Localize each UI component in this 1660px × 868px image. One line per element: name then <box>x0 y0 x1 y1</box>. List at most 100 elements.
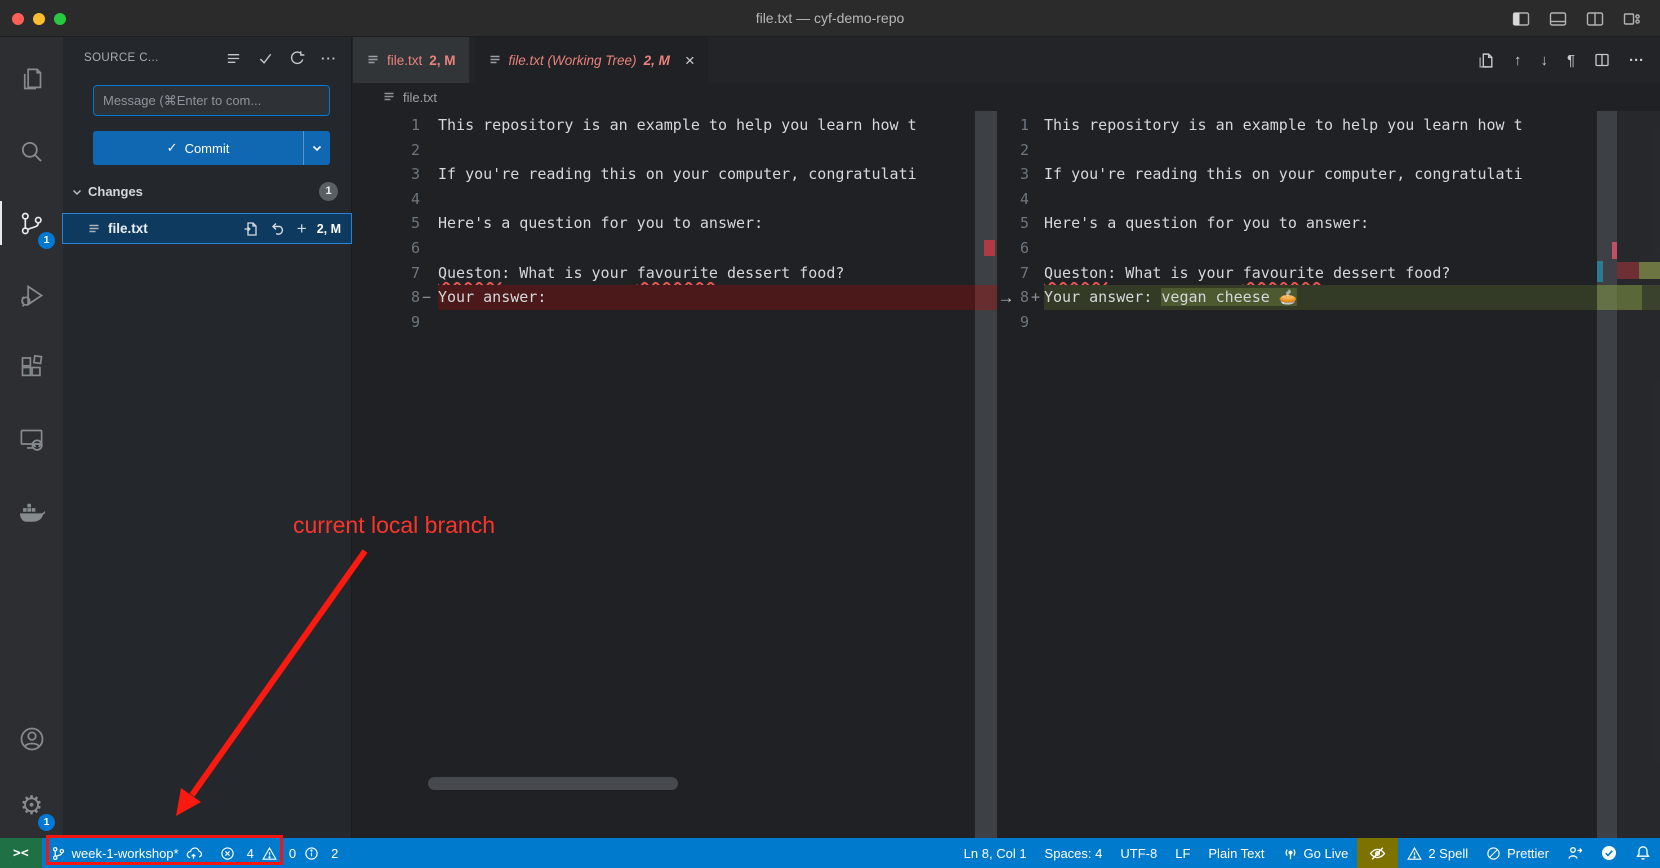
sidebar-item-explorer[interactable] <box>0 43 63 115</box>
sidebar-item-source-control[interactable]: 1 <box>0 187 63 259</box>
code-line[interactable]: 8−Your answer: <box>352 285 975 310</box>
sidebar-item-run-and-debug[interactable] <box>0 259 63 331</box>
customize-layout-icon[interactable] <box>1622 9 1642 29</box>
code-line[interactable]: 1This repository is an example to help y… <box>1015 113 1660 138</box>
cursor-position-item[interactable]: Ln 8, Col 1 <box>955 838 1036 868</box>
sidebar-item-search[interactable] <box>0 115 63 187</box>
line-number: 8 <box>1015 285 1029 310</box>
more-actions-icon[interactable]: ··· <box>1629 52 1644 69</box>
go-live-item[interactable]: Go Live <box>1274 838 1358 868</box>
code-text <box>1044 236 1660 261</box>
indentation-item[interactable]: Spaces: 4 <box>1036 838 1112 868</box>
code-line[interactable]: 4 <box>352 187 975 212</box>
changed-file-row[interactable]: file.txt + 2, M <box>63 214 351 243</box>
left-scrollbar[interactable] <box>975 111 997 838</box>
diff-marker <box>1029 211 1044 236</box>
sidebar-item-remote-explorer[interactable] <box>0 403 63 475</box>
commit-button[interactable]: ✓ Commit <box>93 131 330 165</box>
sidebar-item-extensions[interactable] <box>0 331 63 403</box>
diff-marker <box>420 310 438 335</box>
spell-status-item[interactable]: 2 Spell <box>1398 838 1477 868</box>
spell-checker-toggle-item[interactable] <box>1357 838 1398 868</box>
next-change-icon[interactable]: ↓ <box>1540 52 1548 69</box>
code-line[interactable]: 4 <box>1015 187 1660 212</box>
diff-marker <box>1029 310 1044 335</box>
render-whitespace-icon[interactable]: ¶ <box>1567 52 1575 69</box>
code-line[interactable]: 5Here's a question for you to answer: <box>352 211 975 236</box>
branch-status-item[interactable]: week-1-workshop* <box>42 838 211 868</box>
modified-editor[interactable]: 1This repository is an example to help y… <box>1015 111 1660 838</box>
overview-ruler-deleted-mark <box>1617 262 1639 279</box>
tab-file-txt[interactable]: file.txt 2, M <box>353 37 469 83</box>
more-actions-icon[interactable]: ··· <box>321 51 337 66</box>
horizontal-scrollbar[interactable] <box>428 777 678 790</box>
diff-marker <box>420 261 438 286</box>
tab-badge: 2, M <box>429 53 455 68</box>
source-control-badge: 1 <box>38 232 55 249</box>
toggle-secondary-sidebar-icon[interactable] <box>1585 9 1605 29</box>
encoding-item[interactable]: UTF-8 <box>1111 838 1166 868</box>
code-line[interactable]: 6 <box>1015 236 1660 261</box>
diff-marker <box>420 138 438 163</box>
line-number: 1 <box>352 113 420 138</box>
code-line[interactable]: 9 <box>352 310 975 335</box>
code-text <box>438 187 975 212</box>
code-line[interactable]: 6 <box>352 236 975 261</box>
docker-icon <box>17 497 46 526</box>
open-file-icon[interactable] <box>243 221 259 237</box>
view-and-sort-icon[interactable] <box>225 50 242 67</box>
error-count: 4 <box>247 846 254 861</box>
discard-changes-icon[interactable] <box>270 221 286 237</box>
settings-button[interactable]: ⚙ 1 <box>0 772 63 838</box>
prettier-status-item[interactable]: Prettier <box>1477 838 1558 868</box>
open-changes-icon[interactable] <box>1478 52 1495 69</box>
warning-count: 0 <box>289 846 296 861</box>
remote-indicator[interactable]: >< <box>0 838 42 868</box>
accounts-button[interactable] <box>0 706 63 772</box>
code-line[interactable]: 5Here's a question for you to answer: <box>1015 211 1660 236</box>
diff-marker <box>420 211 438 236</box>
status-ok-item[interactable] <box>1592 838 1626 868</box>
stage-changes-icon[interactable]: + <box>297 220 307 237</box>
changes-section-header[interactable]: Changes 1 <box>63 178 351 205</box>
code-line[interactable]: 2 <box>352 138 975 163</box>
split-editor-icon[interactable] <box>1594 52 1610 68</box>
code-line[interactable]: 7Queston: What is your favourite dessert… <box>352 261 975 286</box>
publish-cloud-icon <box>185 845 202 862</box>
feedback-item[interactable] <box>1558 838 1592 868</box>
file-name: file.txt <box>108 221 148 236</box>
tab-file-txt-working-tree[interactable]: file.txt (Working Tree) 2, M × <box>475 37 708 83</box>
code-line[interactable]: 3If you're reading this on your computer… <box>352 162 975 187</box>
problems-status-item[interactable]: 4 0 2 <box>211 838 350 868</box>
code-line[interactable]: 3If you're reading this on your computer… <box>1015 162 1660 187</box>
right-scrollbar[interactable] <box>1597 111 1617 838</box>
file-git-badge: 2, M <box>317 222 341 236</box>
commit-message-input[interactable] <box>93 85 330 116</box>
code-line[interactable]: 1This repository is an example to help y… <box>352 113 975 138</box>
breadcrumb[interactable]: file.txt <box>352 83 1660 111</box>
code-line[interactable]: 9 <box>1015 310 1660 335</box>
commit-check-icon[interactable] <box>257 50 274 67</box>
line-number: 4 <box>352 187 420 212</box>
line-number: 6 <box>1015 236 1029 261</box>
line-number: 2 <box>1015 138 1029 163</box>
refresh-icon[interactable] <box>289 50 306 67</box>
close-icon[interactable]: × <box>685 52 695 69</box>
diff-change-arrow-icon[interactable]: → <box>997 285 1015 310</box>
original-editor[interactable]: 1This repository is an example to help y… <box>352 111 975 838</box>
toggle-primary-sidebar-icon[interactable] <box>1511 9 1531 29</box>
toggle-panel-icon[interactable] <box>1548 9 1568 29</box>
code-line[interactable]: 2 <box>1015 138 1660 163</box>
code-line[interactable]: 7Queston: What is your favourite dessert… <box>1015 261 1660 286</box>
eol-item[interactable]: LF <box>1166 838 1199 868</box>
notifications-item[interactable] <box>1626 838 1660 868</box>
sidebar-item-docker[interactable] <box>0 475 63 547</box>
tab-badge: 2, M <box>644 53 670 68</box>
language-mode-item[interactable]: Plain Text <box>1199 838 1273 868</box>
code-line[interactable]: 8+Your answer: vegan cheese 🥧 <box>1015 285 1660 310</box>
deleted-line-scroll-decoration <box>975 285 997 310</box>
git-branch-icon <box>51 846 66 861</box>
commit-dropdown-button[interactable] <box>303 131 330 165</box>
previous-change-icon[interactable]: ↑ <box>1514 52 1522 69</box>
diff-marker <box>420 113 438 138</box>
